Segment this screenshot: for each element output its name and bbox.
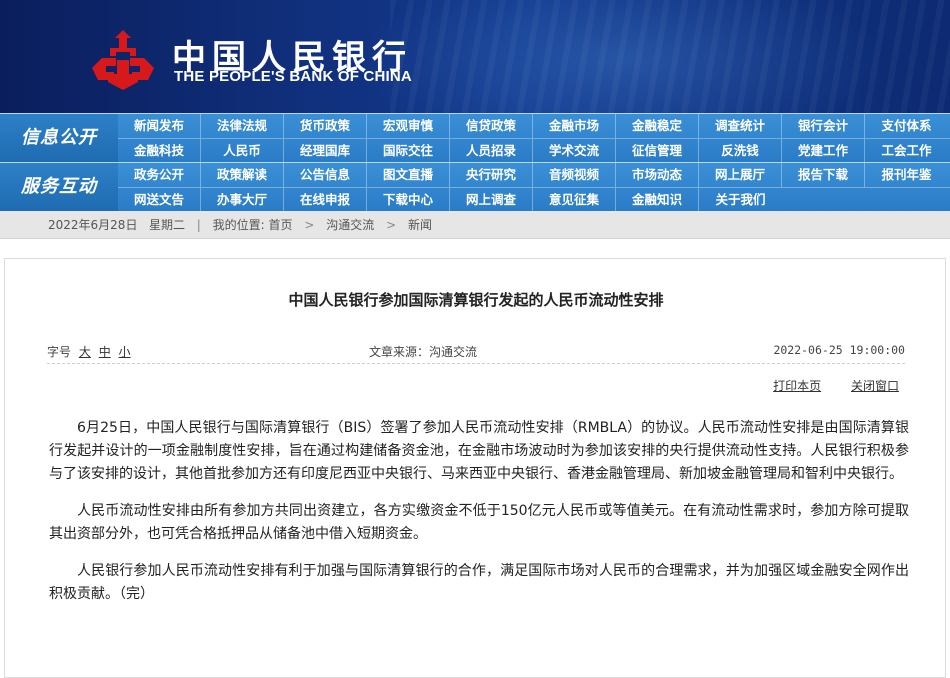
nav-item-treasury[interactable]: 经理国库 — [284, 139, 367, 163]
nav-item-policy-interpretation[interactable]: 政策解读 — [201, 163, 284, 187]
print-page-link[interactable]: 打印本页 — [773, 379, 821, 393]
location-label: 我的位置: — [212, 218, 265, 232]
nav-item-about-us[interactable]: 关于我们 — [699, 188, 782, 212]
nav-item-online-survey[interactable]: 网上调查 — [450, 188, 533, 212]
nav-item-research[interactable]: 央行研究 — [450, 163, 533, 187]
article-source: 文章来源：沟通交流 — [369, 345, 478, 359]
breadcrumb-home-link[interactable]: 首页 — [269, 218, 293, 232]
breadcrumb: 2022年6月28日 星期二 | 我的位置: 首页 > 沟通交流 > 新闻 — [0, 211, 950, 239]
nav-item-market-news[interactable]: 市场动态 — [616, 163, 699, 187]
font-size-large-link[interactable]: 大 — [79, 345, 91, 359]
font-size-small-link[interactable]: 小 — [119, 345, 131, 359]
font-size-label: 字号 — [47, 345, 72, 359]
nav-item-party-building[interactable]: 党建工作 — [782, 139, 865, 163]
nav-item-laws[interactable]: 法律法规 — [201, 114, 284, 138]
nav-item-live[interactable]: 图文直播 — [367, 163, 450, 187]
nav-item-audio-video[interactable]: 音频视频 — [533, 163, 616, 187]
nav-item-announcements[interactable]: 公告信息 — [284, 163, 367, 187]
article-meta: 字号 大 中 小 文章来源：沟通交流 2022-06-25 19:00:00 — [47, 343, 905, 364]
divider: | — [196, 218, 201, 232]
nav-service-rows: 政务公开 政策解读 公告信息 图文直播 央行研究 音频视频 市场动态 网上展厅 … — [118, 163, 950, 212]
nav-group-info: 信息公开 新闻发布 法律法规 货币政策 宏观审慎 信贷政策 金融市场 金融稳定 … — [0, 113, 950, 163]
nav-item-rmb[interactable]: 人民币 — [201, 139, 284, 163]
nav-group-service: 服务互动 政务公开 政策解读 公告信息 图文直播 央行研究 音频视频 市场动态 … — [0, 162, 950, 212]
meta-divider — [47, 363, 905, 364]
nav-item-union[interactable]: 工会工作 — [865, 139, 948, 163]
close-window-link[interactable]: 关闭窗口 — [851, 379, 899, 393]
nav-item-financial-market[interactable]: 金融市场 — [533, 114, 616, 138]
article-card: 中国人民银行参加国际清算银行发起的人民币流动性安排 字号 大 中 小 文章来源：… — [4, 258, 946, 678]
article-date: 2022-06-25 19:00:00 — [773, 343, 905, 357]
current-weekday: 星期二 — [148, 218, 185, 232]
nav-category-service: 服务互动 — [0, 163, 118, 211]
nav-row: 新闻发布 法律法规 货币政策 宏观审慎 信贷政策 金融市场 金融稳定 调查统计 … — [118, 114, 950, 138]
article-actions: 打印本页 关闭窗口 — [747, 377, 899, 394]
nav-item-download-center[interactable]: 下载中心 — [367, 188, 450, 212]
main-navigation: 信息公开 新闻发布 法律法规 货币政策 宏观审慎 信贷政策 金融市场 金融稳定 … — [0, 113, 950, 212]
nav-item-bank-accounting[interactable]: 银行会计 — [782, 114, 865, 138]
nav-item-online-exhibition[interactable]: 网上展厅 — [699, 163, 782, 187]
nav-item-yearbook[interactable]: 报刊年鉴 — [865, 163, 948, 187]
nav-row: 金融科技 人民币 经理国库 国际交往 人员招录 学术交流 征信管理 反洗钱 党建… — [118, 138, 950, 163]
nav-item-online-filing[interactable]: 在线申报 — [284, 188, 367, 212]
nav-item-fintech[interactable]: 金融科技 — [118, 139, 201, 163]
article-paragraph: 人民银行参加人民币流动性安排有利于加强与国际清算银行的合作，满足国际市场对人民币… — [49, 563, 909, 602]
article-paragraph: 人民币流动性安排由所有参加方共同出资建立，各方实缴资金不低于150亿元人民币或等… — [49, 503, 909, 542]
nav-row: 政务公开 政策解读 公告信息 图文直播 央行研究 音频视频 市场动态 网上展厅 … — [118, 163, 950, 187]
font-size-switcher: 字号 大 中 小 — [47, 343, 131, 360]
nav-item-academic[interactable]: 学术交流 — [533, 139, 616, 163]
nav-info-rows: 新闻发布 法律法规 货币政策 宏观审慎 信贷政策 金融市场 金融稳定 调查统计 … — [118, 114, 950, 163]
nav-category-info: 信息公开 — [0, 114, 118, 162]
nav-item-payment-system[interactable]: 支付体系 — [865, 114, 948, 138]
nav-item-monetary-policy[interactable]: 货币政策 — [284, 114, 367, 138]
banner-texture — [390, 0, 950, 113]
nav-item-credit-policy[interactable]: 信贷政策 — [450, 114, 533, 138]
nav-item-recruitment[interactable]: 人员招录 — [450, 139, 533, 163]
nav-item-government-affairs[interactable]: 政务公开 — [118, 163, 201, 187]
divider: > — [386, 218, 397, 232]
article-paragraph: 6月25日，中国人民银行与国际清算银行（BIS）签署了参加人民币流动性安排（RM… — [49, 420, 909, 482]
current-date: 2022年6月28日 — [48, 218, 138, 232]
nav-item-report-download[interactable]: 报告下载 — [782, 163, 865, 187]
nav-item-service-hall[interactable]: 办事大厅 — [201, 188, 284, 212]
nav-item-international[interactable]: 国际交往 — [367, 139, 450, 163]
nav-item-anti-money-laundering[interactable]: 反洗钱 — [699, 139, 782, 163]
pboc-logo-icon — [92, 30, 154, 90]
nav-item-opinion-collection[interactable]: 意见征集 — [533, 188, 616, 212]
nav-item-financial-stability[interactable]: 金融稳定 — [616, 114, 699, 138]
breadcrumb-current-link[interactable]: 新闻 — [408, 218, 432, 232]
divider: > — [304, 218, 315, 232]
article-title: 中国人民银行参加国际清算银行发起的人民币流动性安排 — [288, 291, 664, 309]
logo-english-name: THE PEOPLE'S BANK OF CHINA — [174, 68, 412, 85]
site-banner: 中国人民银行 THE PEOPLE'S BANK OF CHINA — [0, 0, 950, 113]
nav-item-news-release[interactable]: 新闻发布 — [118, 114, 201, 138]
nav-row: 网送文告 办事大厅 在线申报 下载中心 网上调查 意见征集 金融知识 关于我们 — [118, 187, 950, 212]
nav-item-financial-knowledge[interactable]: 金融知识 — [616, 188, 699, 212]
font-size-medium-link[interactable]: 中 — [99, 345, 111, 359]
nav-item-credit-reference[interactable]: 征信管理 — [616, 139, 699, 163]
nav-item-macroprudential[interactable]: 宏观审慎 — [367, 114, 450, 138]
nav-item-notices[interactable]: 网送文告 — [118, 188, 201, 212]
article-area: 中国人民银行参加国际清算银行发起的人民币流动性安排 字号 大 中 小 文章来源：… — [0, 258, 950, 678]
breadcrumb-section-link[interactable]: 沟通交流 — [326, 218, 374, 232]
nav-item-statistics[interactable]: 调查统计 — [699, 114, 782, 138]
article-body: 6月25日，中国人民银行与国际清算银行（BIS）签署了参加人民币流动性安排（RM… — [49, 417, 909, 620]
